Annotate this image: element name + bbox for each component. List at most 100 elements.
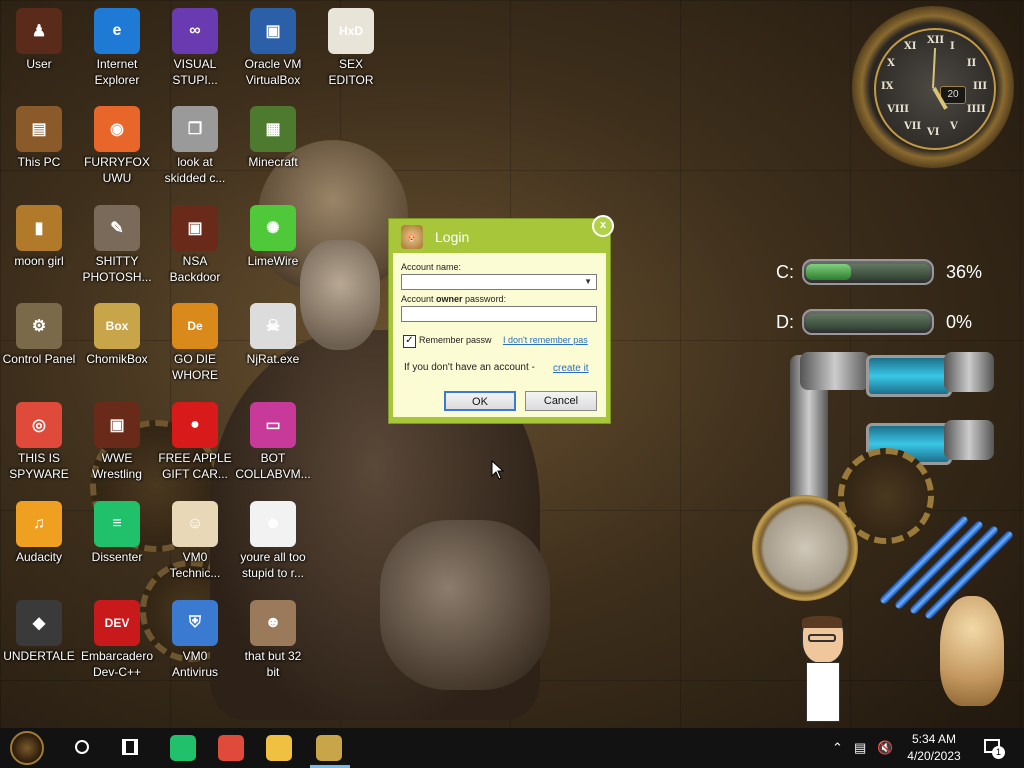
desktop-icon-label: NjRat.exe: [246, 352, 300, 366]
desktop-icon[interactable]: ☻ youre all too stupid to r...: [234, 501, 312, 581]
hamster-sprite: [940, 596, 1004, 706]
desktop-icon[interactable]: ♟ User: [0, 8, 78, 72]
chevron-up-icon[interactable]: ⌃: [832, 740, 843, 756]
desktop-icon[interactable]: ▦ Minecraft: [234, 106, 312, 170]
login-titlebar[interactable]: 🐹 Login x: [389, 215, 614, 253]
password-label: Account owner password:: [401, 294, 507, 304]
network-icon[interactable]: ▤: [854, 740, 866, 756]
clock-numeral: VII: [904, 120, 922, 132]
desktop-icon[interactable]: ▭ BOT COLLABVM...: [234, 402, 312, 482]
visual-studio-icon: ∞: [172, 8, 218, 54]
remember-password-checkbox[interactable]: ✓: [403, 335, 416, 348]
account-name-combobox[interactable]: ▼: [401, 274, 597, 290]
clock-widget: XII I II III IIII V VI VII VIII IX X XI 20: [852, 6, 1014, 168]
clock-numeral: III: [973, 81, 988, 92]
forgot-password-link[interactable]: I don't remember pas: [503, 335, 599, 345]
desktop-icon[interactable]: ☠ NjRat.exe: [234, 303, 312, 367]
close-icon[interactable]: x: [592, 215, 614, 237]
desktop-icon[interactable]: De GO DIE WHORE: [156, 303, 234, 383]
create-account-link[interactable]: create it: [553, 363, 589, 374]
password-field[interactable]: [401, 306, 597, 322]
desktop-icon-label: LimeWire: [247, 254, 299, 268]
desktop-icon[interactable]: HxD SEX EDITOR: [312, 8, 390, 88]
account-name-label: Account name:: [401, 262, 462, 272]
desktop-icon-label: moon girl: [14, 254, 64, 268]
drive-usage-bar: [802, 259, 934, 285]
folder-icon: ▮: [16, 205, 62, 251]
desktop-icon[interactable]: ≡ Dissenter: [78, 501, 156, 565]
desktop-icon[interactable]: ▣ Oracle VM VirtualBox: [234, 8, 312, 88]
desktop-icon[interactable]: ❐ look at skidded c...: [156, 106, 234, 186]
desktop-icon[interactable]: ◉ FURRYFOX UWU: [78, 106, 156, 186]
hamster-app-icon: 🐹: [401, 225, 423, 249]
drive-percent: 0%: [946, 311, 973, 332]
desktop-icon[interactable]: ● FREE APPLE GIFT CAR...: [156, 402, 234, 482]
chomikbox-taskbar-icon[interactable]: [316, 735, 342, 761]
desktop-icon[interactable]: ▣ NSA Backdoor: [156, 205, 234, 285]
desktop-icon-label: Audacity: [15, 550, 63, 564]
monitor-icon: ▭: [250, 402, 296, 448]
pressure-gauge: [752, 495, 858, 601]
login-title: Login: [435, 229, 470, 245]
edge-icon: e: [94, 8, 140, 54]
chrome-icon: ◎: [16, 402, 62, 448]
desktop-icon[interactable]: ☻ that but 32 bit: [234, 600, 312, 680]
cancel-button[interactable]: Cancel: [525, 391, 597, 411]
desktop-icon-label: youre all too stupid to r...: [240, 550, 306, 580]
drive-usage-fill: [806, 264, 851, 280]
cortana-search-icon[interactable]: [75, 740, 89, 754]
clock-numeral: VIII: [887, 104, 909, 115]
desktop-icon[interactable]: ▣ WWE Wrestling: [78, 402, 156, 482]
user-folder-icon: ♟: [16, 8, 62, 54]
desktop-icon[interactable]: Box ChomikBox: [78, 303, 156, 367]
desktop-icon[interactable]: ∞ VISUAL STUPI...: [156, 8, 234, 88]
desktop-icon-label: Embarcadero Dev-C++: [80, 649, 154, 679]
ok-button[interactable]: OK: [444, 391, 516, 411]
drive-meter-d: D: 0%: [740, 305, 1020, 339]
wallpaper-figure-face: [300, 240, 380, 350]
desktop-icon[interactable]: DEV Embarcadero Dev-C++: [78, 600, 156, 680]
desktop-icon-label: NSA Backdoor: [169, 254, 221, 284]
login-form: Account name: ▼ Account owner password: …: [393, 253, 606, 417]
desktop-icon-label: FURRYFOX UWU: [84, 155, 150, 185]
pipe: [800, 352, 870, 390]
de-app-icon: De: [172, 303, 218, 349]
cartoon-character-sprite: [796, 616, 848, 726]
clock-numeral: XI: [904, 41, 917, 53]
technician-icon: ☺: [172, 501, 218, 547]
desktop-icon[interactable]: ♫ Audacity: [0, 501, 78, 565]
desktop-icon[interactable]: ▤ This PC: [0, 106, 78, 170]
wallpaper-figure-arm: [380, 520, 550, 690]
dissenter-taskbar-icon[interactable]: [170, 735, 196, 761]
file-explorer-taskbar-icon[interactable]: [266, 735, 292, 761]
this-pc-icon: ▤: [16, 106, 62, 152]
taskbar: ⌃ ▤ 🔇 5:34 AM 4/20/2023 1: [0, 728, 1024, 768]
desktop-icon[interactable]: ✺ LimeWire: [234, 205, 312, 269]
remember-password-label: Remember passw: [419, 335, 492, 345]
desktop-icon[interactable]: e Internet Explorer: [78, 8, 156, 88]
drive-letter: D:: [776, 311, 794, 332]
control-panel-icon: ⚙: [16, 303, 62, 349]
pipe: [944, 352, 994, 392]
desktop-icon[interactable]: ⚙ Control Panel: [0, 303, 78, 367]
clock-numeral: IX: [881, 81, 894, 92]
desktop-icon-label: THIS IS SPYWARE: [9, 451, 69, 481]
chomikbox-icon: Box: [94, 303, 140, 349]
clock-numeral: IIII: [966, 104, 986, 115]
chevron-down-icon[interactable]: ▼: [584, 277, 592, 286]
task-view-icon[interactable]: [122, 739, 138, 755]
drive-letter: C:: [776, 261, 794, 282]
desktop-icon[interactable]: ◎ THIS IS SPYWARE: [0, 402, 78, 482]
notification-count-badge: 1: [992, 746, 1005, 759]
desktop-icon-label: WWE Wrestling: [92, 451, 142, 481]
desktop-icon[interactable]: ▮ moon girl: [0, 205, 78, 269]
desktop-icon[interactable]: ⛨ VM0 Antivirus: [156, 600, 234, 680]
desktop-icon[interactable]: ☺ VM0 Technic...: [156, 501, 234, 581]
desktop-icon[interactable]: ◆ UNDERTALE: [0, 600, 78, 664]
volume-muted-icon[interactable]: 🔇: [877, 740, 893, 756]
clock-numeral: XII: [927, 35, 945, 46]
chrome-taskbar-icon[interactable]: [218, 735, 244, 761]
start-button[interactable]: [10, 731, 44, 765]
system-clock[interactable]: 5:34 AM 4/20/2023: [902, 731, 966, 765]
desktop-icon[interactable]: ✎ SHITTY PHOTOSH...: [78, 205, 156, 285]
